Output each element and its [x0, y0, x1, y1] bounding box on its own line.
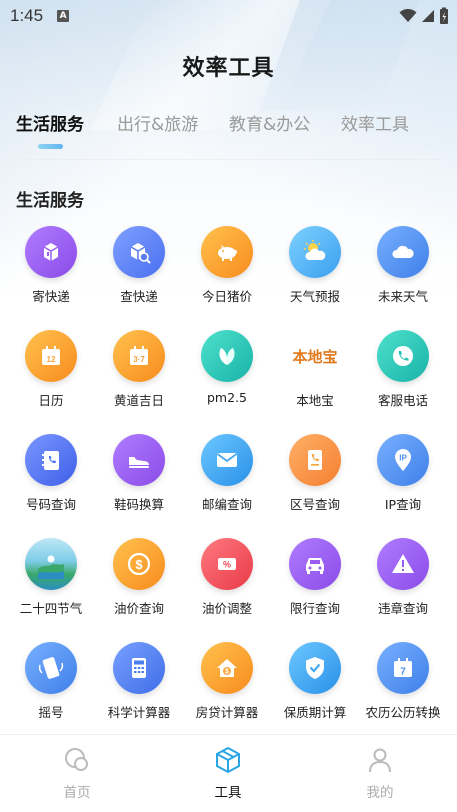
- tool-customer-service[interactable]: 客服电话: [359, 330, 447, 430]
- tool-lunar-solar-convert[interactable]: 7 农历公历转换: [359, 642, 447, 742]
- package-send-icon: [25, 226, 77, 278]
- tab-travel[interactable]: 出行&旅游: [117, 110, 198, 135]
- car-icon: [289, 538, 341, 590]
- tool-send-express[interactable]: 寄快递: [7, 226, 95, 326]
- phone-doc-icon: [289, 434, 341, 486]
- tool-oil-adjust[interactable]: % 油价调整: [183, 538, 271, 638]
- divider: [14, 159, 443, 160]
- tool-lottery[interactable]: 摇号: [7, 642, 95, 742]
- calendar-12-icon: 12: [25, 330, 77, 382]
- tab-efficiency-tools[interactable]: 效率工具: [341, 110, 409, 135]
- section-title: 生活服务: [16, 191, 84, 211]
- notification-a-icon: A: [57, 10, 70, 22]
- signal-icon: [422, 10, 434, 22]
- sun-cloud-icon: [289, 226, 341, 278]
- house-dollar-icon: $: [201, 642, 253, 694]
- ip-pin-icon: IP: [377, 434, 429, 486]
- tool-area-code[interactable]: 区号查询: [271, 434, 359, 534]
- nav-mine[interactable]: 我的: [340, 745, 420, 801]
- svg-text:%: %: [223, 560, 231, 570]
- calendar-37-icon: 3·7: [113, 330, 165, 382]
- tool-ip-lookup[interactable]: IP IP查询: [359, 434, 447, 534]
- shoe-icon: [113, 434, 165, 486]
- leaf-icon: [201, 330, 253, 382]
- tool-scientific-calculator[interactable]: 科学计算器: [95, 642, 183, 742]
- page-title: 效率工具: [182, 56, 275, 81]
- svg-text:$: $: [225, 669, 229, 676]
- cloud-icon: [377, 226, 429, 278]
- percent-ticket-icon: %: [201, 538, 253, 590]
- nav-tools[interactable]: 工具: [188, 745, 268, 801]
- tool-shoe-size[interactable]: 鞋码换算: [95, 434, 183, 534]
- tool-number-lookup[interactable]: 号码查询: [7, 434, 95, 534]
- home-circles-icon: [65, 748, 88, 771]
- phone-icon: [377, 330, 429, 382]
- tool-traffic-restriction[interactable]: 限行查询: [271, 538, 359, 638]
- tool-solar-terms[interactable]: 二十四节气: [7, 538, 95, 638]
- calendar-7-icon: 7: [377, 642, 429, 694]
- category-tabs: 生活服务 出行&旅游 教育&办公 效率工具: [0, 110, 457, 150]
- tool-oil-price[interactable]: $ 油价查询: [95, 538, 183, 638]
- envelope-icon: [201, 434, 253, 486]
- person-icon: [369, 748, 391, 773]
- svg-text:12: 12: [47, 355, 56, 364]
- svg-text:$: $: [135, 557, 143, 572]
- tool-pm25[interactable]: pm2.5: [183, 330, 271, 430]
- status-bar: 1:45 A: [0, 0, 457, 32]
- pig-icon: [201, 226, 253, 278]
- tool-postcode[interactable]: 邮编查询: [183, 434, 271, 534]
- wifi-icon: [399, 9, 417, 22]
- warning-icon: [377, 538, 429, 590]
- tool-bendibao[interactable]: 本地宝 本地宝: [271, 330, 359, 430]
- status-time: 1:45: [10, 6, 44, 25]
- tab-indicator: [38, 144, 63, 149]
- tool-shelf-life[interactable]: 保质期计算: [271, 642, 359, 742]
- tab-life-services[interactable]: 生活服务: [16, 110, 84, 135]
- shake-phone-icon: [25, 642, 77, 694]
- tool-future-weather[interactable]: 未来天气: [359, 226, 447, 326]
- package-search-icon: [113, 226, 165, 278]
- tool-track-express[interactable]: 查快递: [95, 226, 183, 326]
- tool-violation-query[interactable]: 违章查询: [359, 538, 447, 638]
- toolbox-cube-icon: [216, 746, 240, 774]
- tab-education-office[interactable]: 教育&办公: [229, 110, 310, 135]
- shield-check-icon: [289, 642, 341, 694]
- dollar-coin-icon: $: [113, 538, 165, 590]
- nav-home[interactable]: 首页: [37, 745, 117, 801]
- bottom-nav: 首页 工具 我的: [0, 734, 457, 812]
- svg-text:7: 7: [400, 667, 406, 678]
- tool-calendar[interactable]: 12 日历: [7, 330, 95, 430]
- tool-pig-price[interactable]: 今日猪价: [183, 226, 271, 326]
- tool-auspicious-day[interactable]: 3·7 黄道吉日: [95, 330, 183, 430]
- phonebook-icon: [25, 434, 77, 486]
- battery-icon: [440, 7, 448, 24]
- landscape-icon: [25, 538, 77, 590]
- svg-text:3·7: 3·7: [133, 355, 145, 364]
- tool-mortgage-calculator[interactable]: $ 房贷计算器: [183, 642, 271, 742]
- bendibao-logo: 本地宝: [292, 347, 338, 366]
- tool-weather-forecast[interactable]: 天气预报: [271, 226, 359, 326]
- svg-text:IP: IP: [399, 454, 407, 463]
- calculator-icon: [113, 642, 165, 694]
